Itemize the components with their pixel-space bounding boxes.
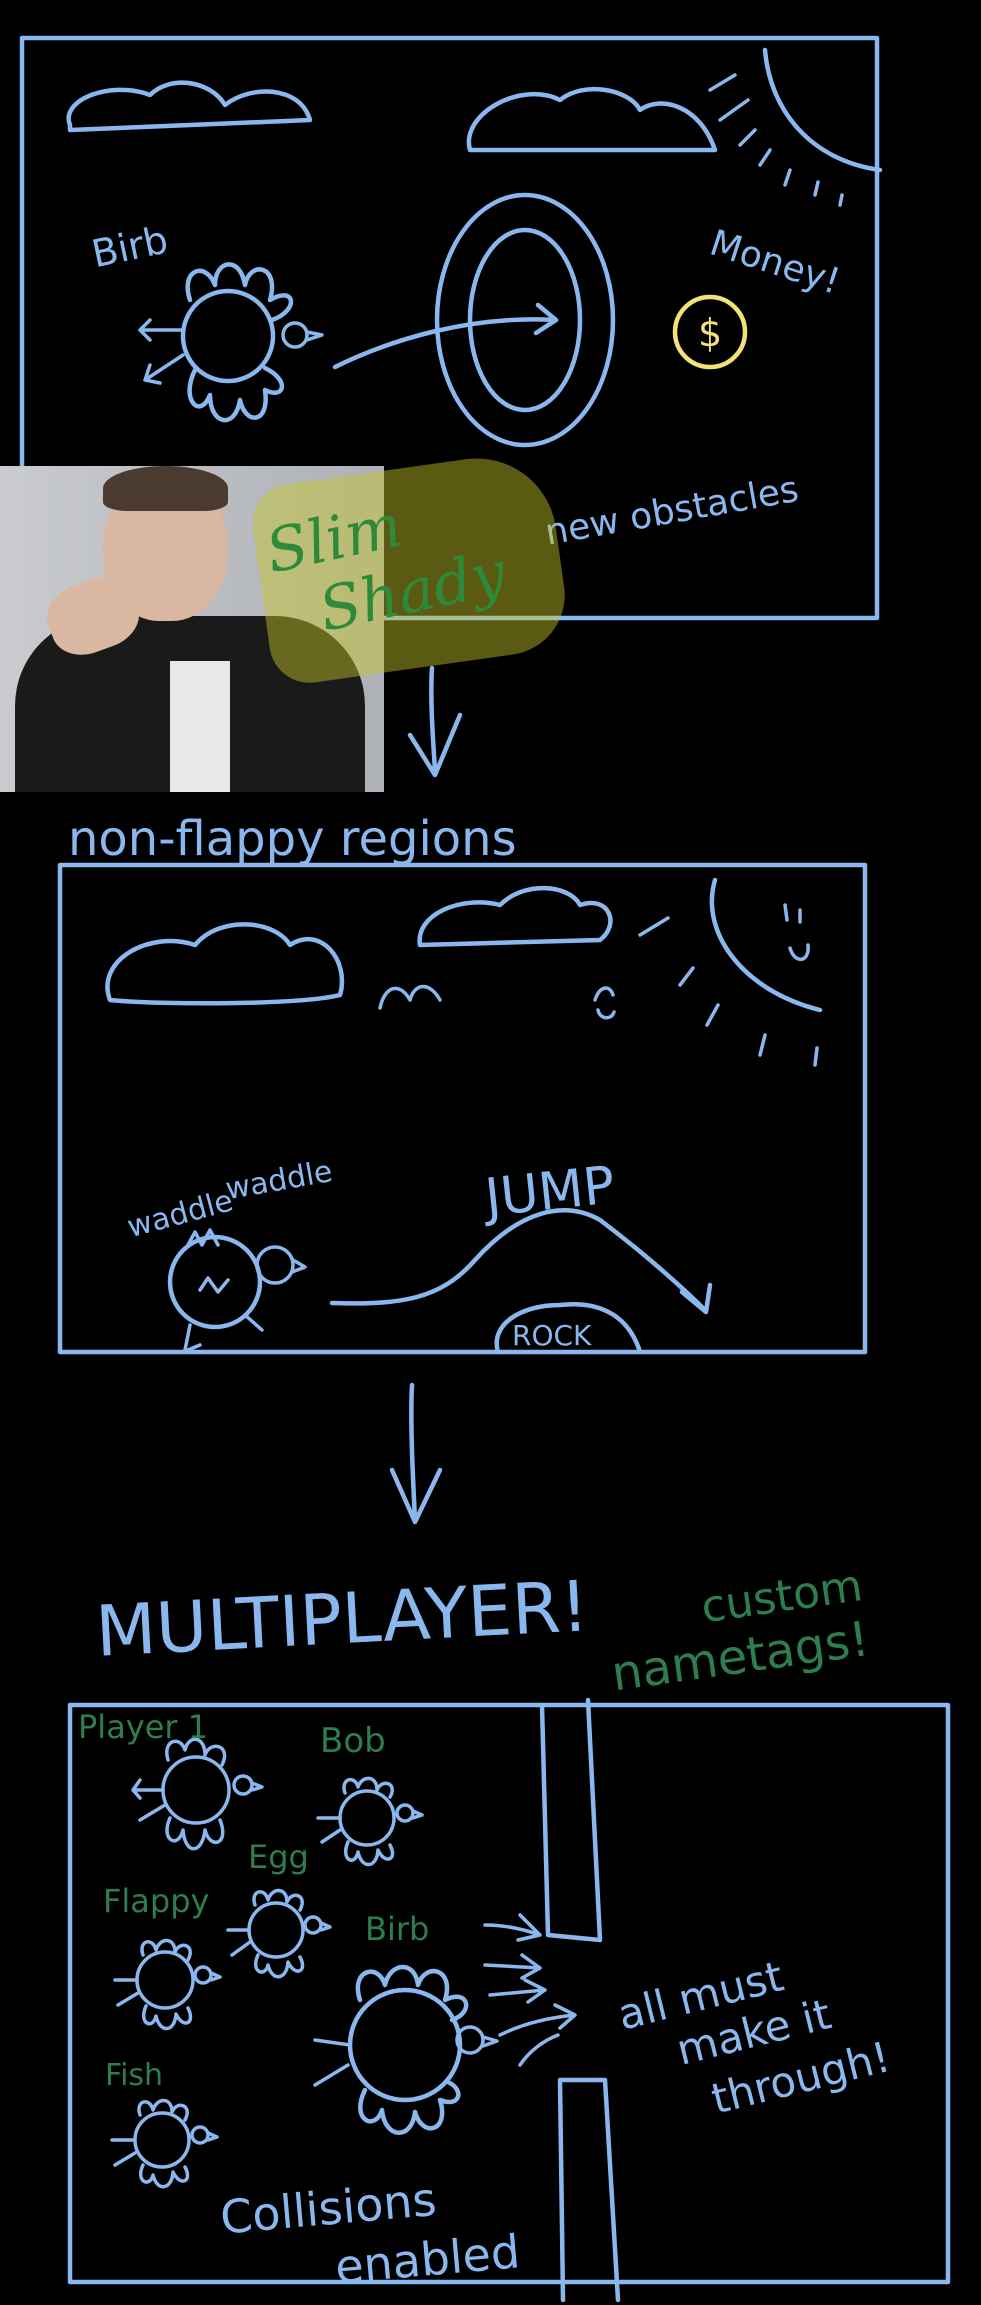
waddling-bird-icon [167,1228,307,1352]
panel-3-title: MULTIPLAYER! [94,1565,591,1673]
bird-icon [316,1776,424,1867]
panel-2-frame [57,862,868,1355]
down-arrow [407,665,463,778]
bird-icon [313,1964,499,2135]
sun-rays-icon [638,916,819,1067]
money-label: Money! [705,223,845,303]
pipe-top [539,1697,603,1943]
sun-face-icon [783,903,810,961]
nametag-player-1: Player 1 [78,1708,208,1746]
nametag-fish: Fish [105,2058,163,2093]
waddle-label-2: waddle [223,1154,335,1207]
sun-icon [762,47,883,173]
bird-flying-icon [378,984,616,1020]
shirt [170,661,230,792]
nametag-bob: Bob [320,1721,386,1761]
sun-icon [709,877,823,1013]
flight-arrow [332,302,559,370]
cloud-icon [105,922,345,1006]
nametag-birb: Birb [365,1910,429,1948]
nametag-egg: Egg [248,1838,309,1876]
bird-label: Birb [88,217,172,276]
jump-arrow [329,1208,713,1315]
rock-label: ROCK [512,1319,592,1352]
cloud-icon [417,885,613,948]
storyboard-canvas: Birb $ Money! new obstacles non-flappy r… [19,35,951,2303]
bird-icon [131,1737,264,1851]
cloud-icon [466,86,718,153]
nametag-flappy: Flappy [103,1882,209,1920]
bird-icon [110,2098,219,2189]
pipe-bottom [557,2077,621,2303]
coin-symbol: $ [698,311,722,355]
bird-icon [138,262,324,423]
hair [103,466,228,511]
cloud-icon [66,80,313,133]
obstacles-label: new obstacles [542,469,802,554]
bird-icon [113,1938,222,2031]
bird-icon [226,1888,332,1979]
down-arrow [389,1382,443,1525]
panel-2-title: non-flappy regions [68,811,517,867]
